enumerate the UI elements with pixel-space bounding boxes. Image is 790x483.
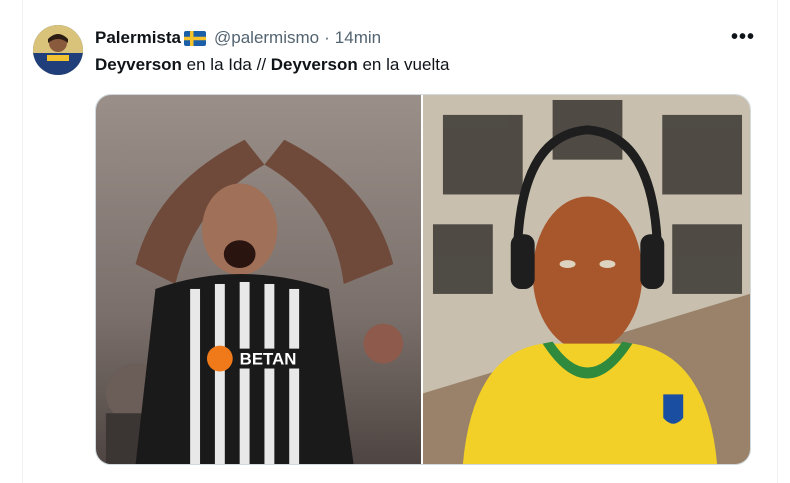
svg-text:BETAN: BETAN — [240, 350, 297, 369]
player-celebration-image: BETAN — [96, 95, 421, 464]
sweden-flag-icon — [184, 30, 206, 46]
tweet-card[interactable]: Palermista @palermismo · 14min ••• Deyve… — [22, 0, 778, 483]
tweet-media: BETAN — [95, 94, 751, 465]
separator-dot: · — [324, 28, 330, 47]
display-name[interactable]: Palermista — [95, 28, 181, 48]
tweet-text-bold-2: Deyverson — [270, 55, 358, 74]
tweet-text: Deyverson en la Ida // Deyverson en la v… — [95, 55, 449, 75]
more-options-icon[interactable]: ••• — [731, 26, 755, 49]
timestamp[interactable]: 14min — [335, 28, 381, 48]
tweet-text-part-2: en la vuelta — [357, 55, 450, 74]
user-handle[interactable]: @palermismo — [214, 28, 319, 48]
avatar[interactable] — [33, 25, 83, 75]
tweet-text-part-1: en la Ida // — [181, 55, 271, 74]
media-image-left[interactable]: BETAN — [96, 95, 423, 464]
media-image-right[interactable] — [423, 95, 750, 464]
man-headphones-image — [423, 95, 750, 464]
tweet-header: Palermista @palermismo · 14min — [95, 28, 381, 48]
tweet-text-bold-1: Deyverson — [95, 55, 182, 74]
avatar-image — [33, 25, 83, 75]
